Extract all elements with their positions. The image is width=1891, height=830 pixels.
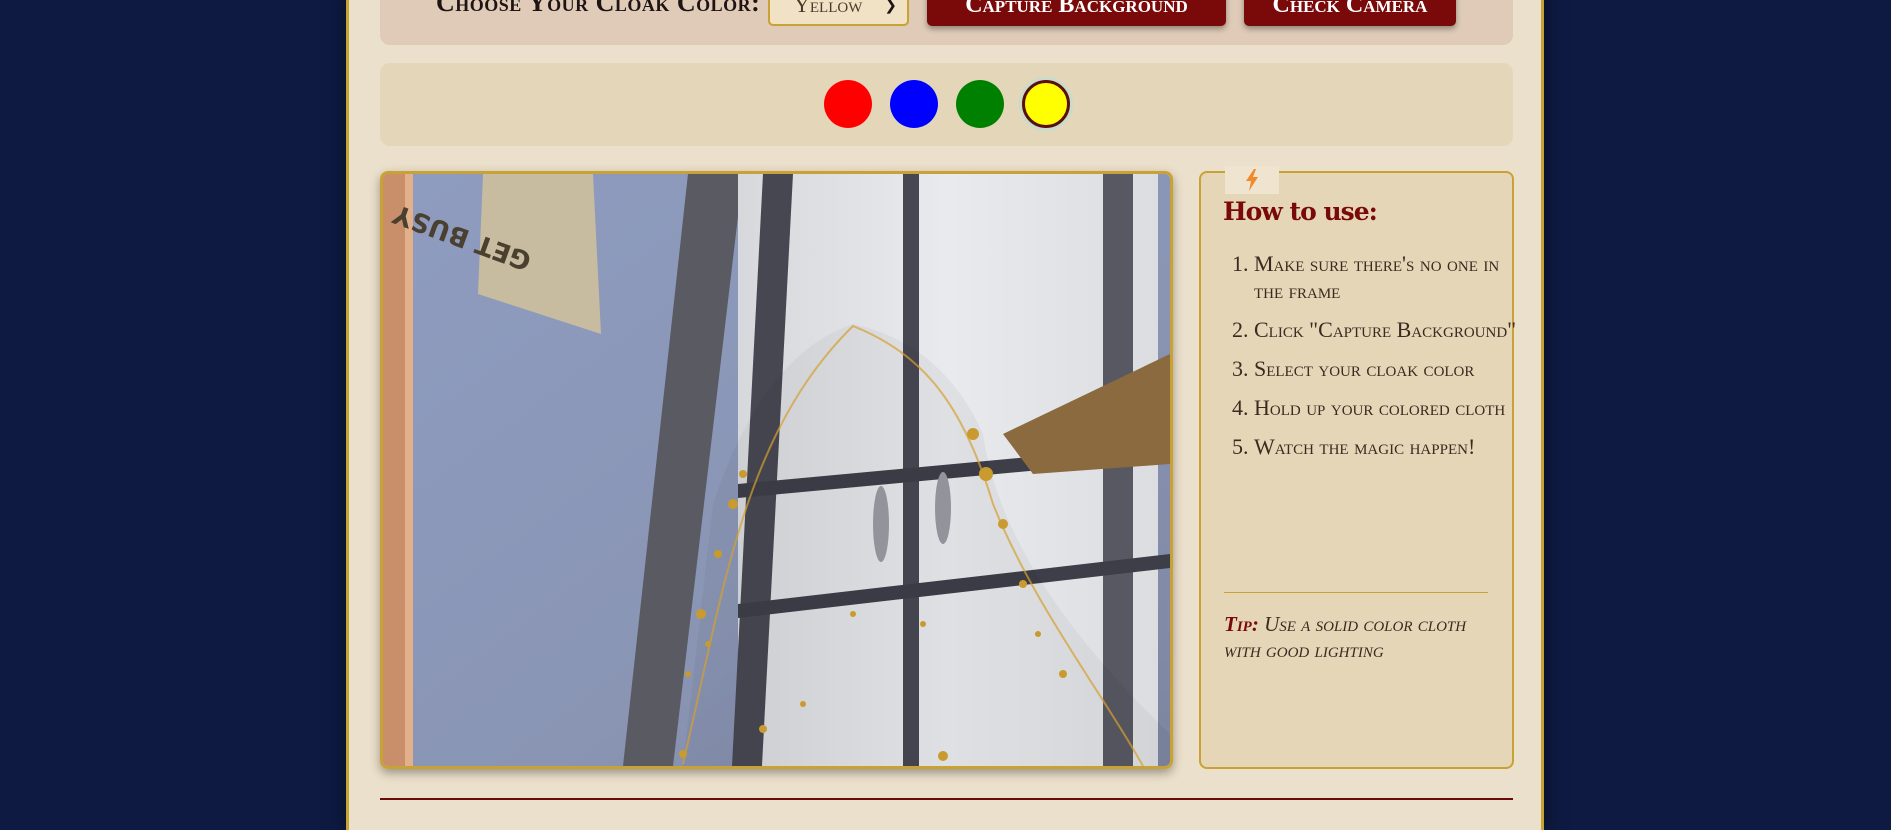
cloak-color-label: Choose Your Cloak Color: — [436, 0, 761, 17]
swatch-yellow[interactable] — [1022, 80, 1070, 128]
camera-video-feed: GET BUSY — [380, 171, 1173, 769]
camera-image: GET BUSY — [383, 174, 1170, 766]
instruction-step: Click "Capture Background" — [1254, 316, 1524, 343]
swatch-green[interactable] — [956, 80, 1004, 128]
lightning-bolt-icon — [1246, 169, 1258, 191]
color-swatch-bar — [380, 63, 1513, 146]
tip-body: Use a solid color cloth with good lighti… — [1224, 612, 1467, 662]
swatch-blue[interactable] — [890, 80, 938, 128]
tip-label: Tip: — [1224, 612, 1259, 636]
instruction-step: Select your cloak color — [1254, 355, 1524, 382]
swatch-red[interactable] — [824, 80, 872, 128]
instruction-steps: Make sure there's no one in the frame Cl… — [1224, 250, 1524, 472]
instruction-step: Hold up your colored cloth — [1254, 394, 1524, 421]
bottom-divider — [380, 798, 1513, 800]
instructions-title: How to use: — [1223, 197, 1378, 226]
chevron-down-icon: ❯ — [884, 0, 897, 14]
instructions-divider — [1224, 592, 1488, 593]
check-camera-button[interactable]: Check Camera — [1244, 0, 1456, 26]
selected-color-value: Yellow — [794, 0, 863, 17]
cloak-color-select[interactable]: Yellow ❯ — [768, 0, 909, 26]
instructions-tab — [1225, 166, 1279, 194]
capture-background-button[interactable]: Capture Background — [927, 0, 1226, 26]
instruction-step: Watch the magic happen! — [1254, 433, 1524, 460]
tip-text: Tip: Use a solid color cloth with good l… — [1224, 611, 1489, 663]
instruction-step: Make sure there's no one in the frame — [1254, 250, 1524, 304]
